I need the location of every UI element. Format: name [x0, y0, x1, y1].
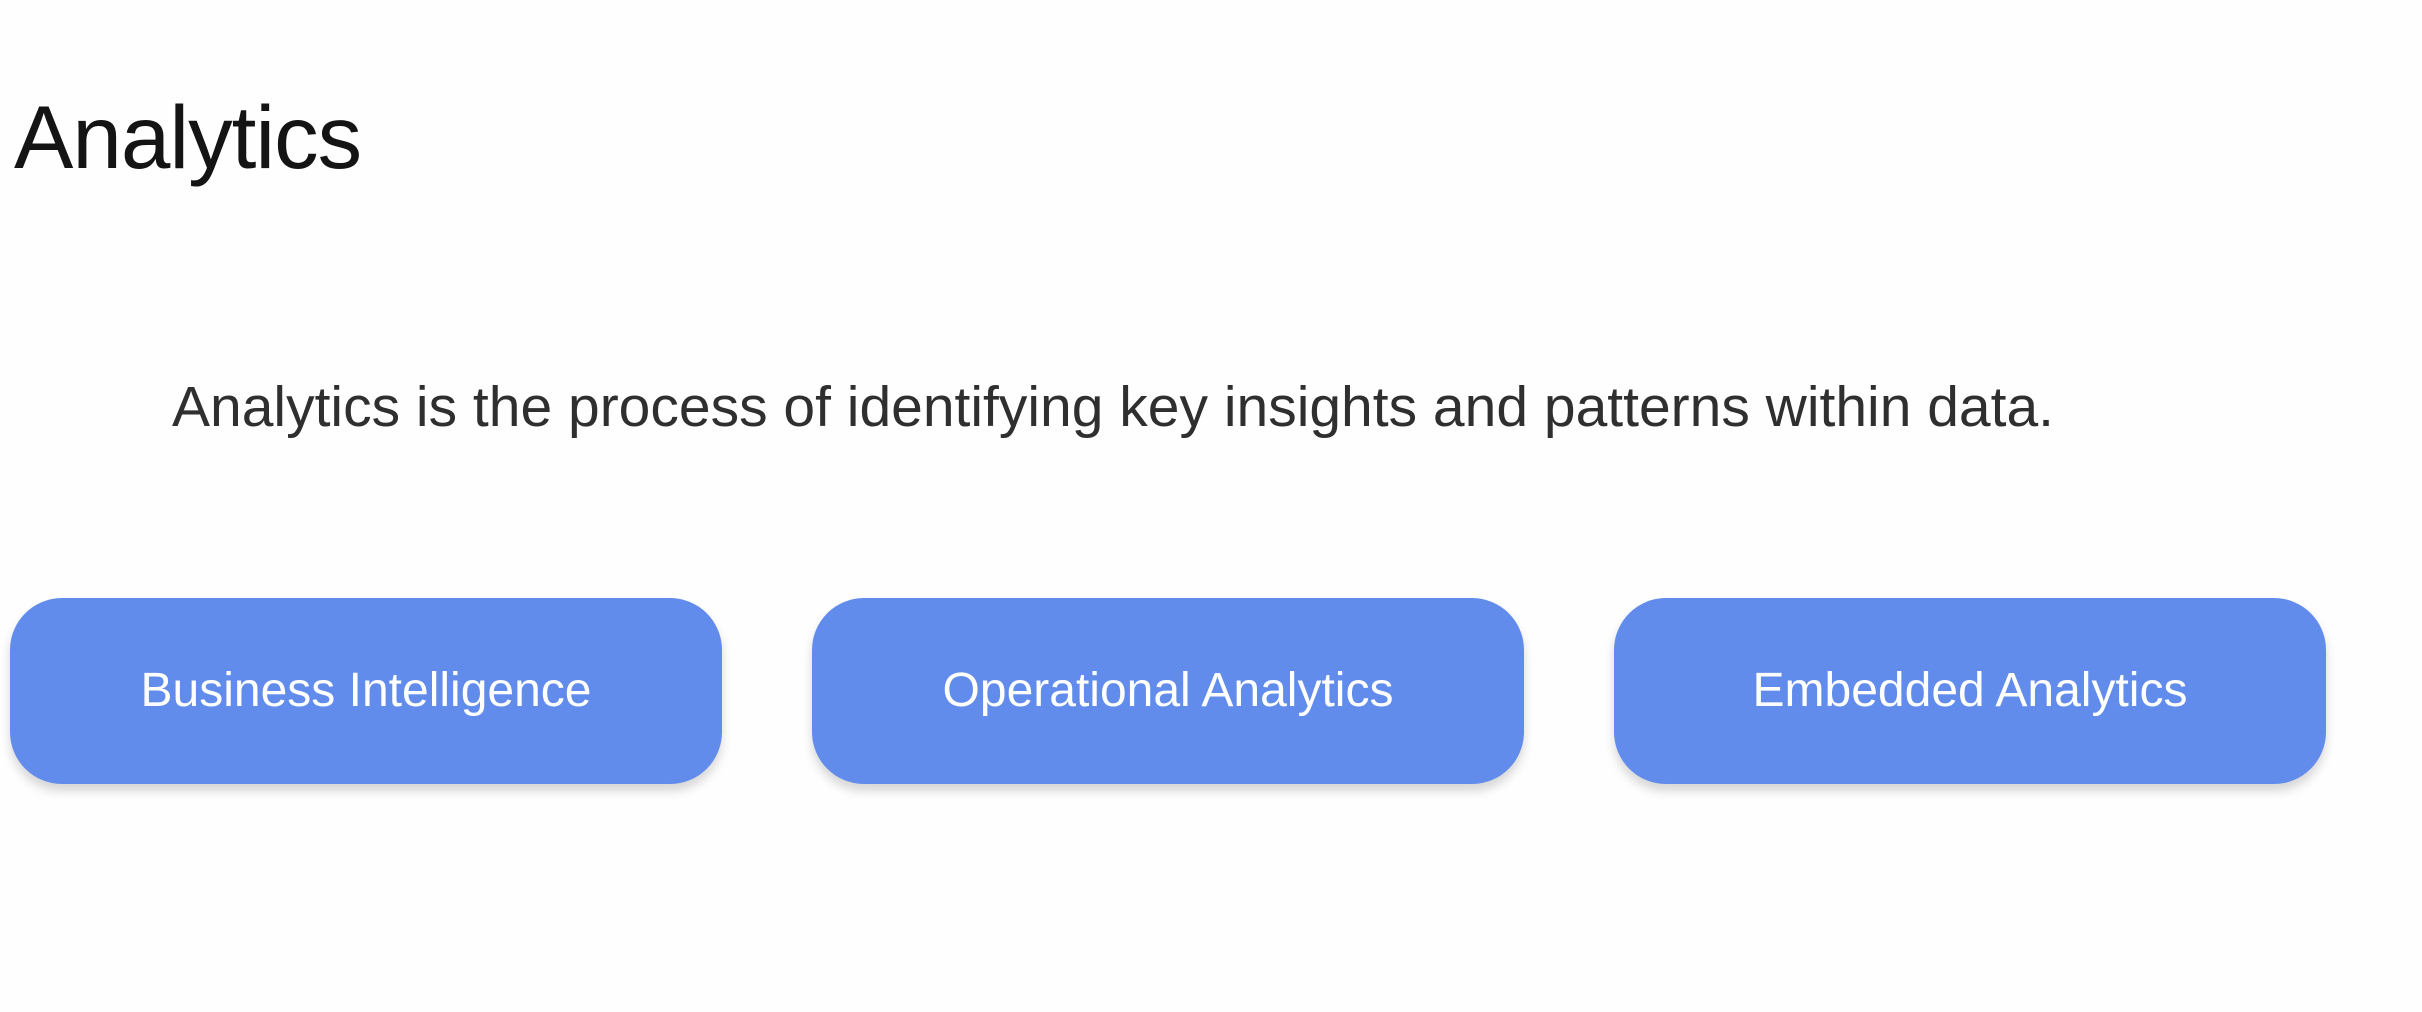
operational-analytics-label: Operational Analytics: [942, 664, 1394, 717]
analytics-category-row: Business Intelligence Operational Analyt…: [10, 598, 2330, 784]
slide: Analytics Analytics is the process of id…: [0, 0, 2422, 1012]
operational-analytics-card[interactable]: Operational Analytics: [812, 598, 1524, 784]
slide-title: Analytics: [14, 86, 362, 187]
business-intelligence-label: Business Intelligence: [140, 664, 592, 717]
analytics-definition: Analytics is the process of identifying …: [172, 375, 2055, 439]
embedded-analytics-card[interactable]: Embedded Analytics: [1614, 598, 2326, 784]
business-intelligence-card[interactable]: Business Intelligence: [10, 598, 722, 784]
embedded-analytics-label: Embedded Analytics: [1752, 664, 2188, 717]
